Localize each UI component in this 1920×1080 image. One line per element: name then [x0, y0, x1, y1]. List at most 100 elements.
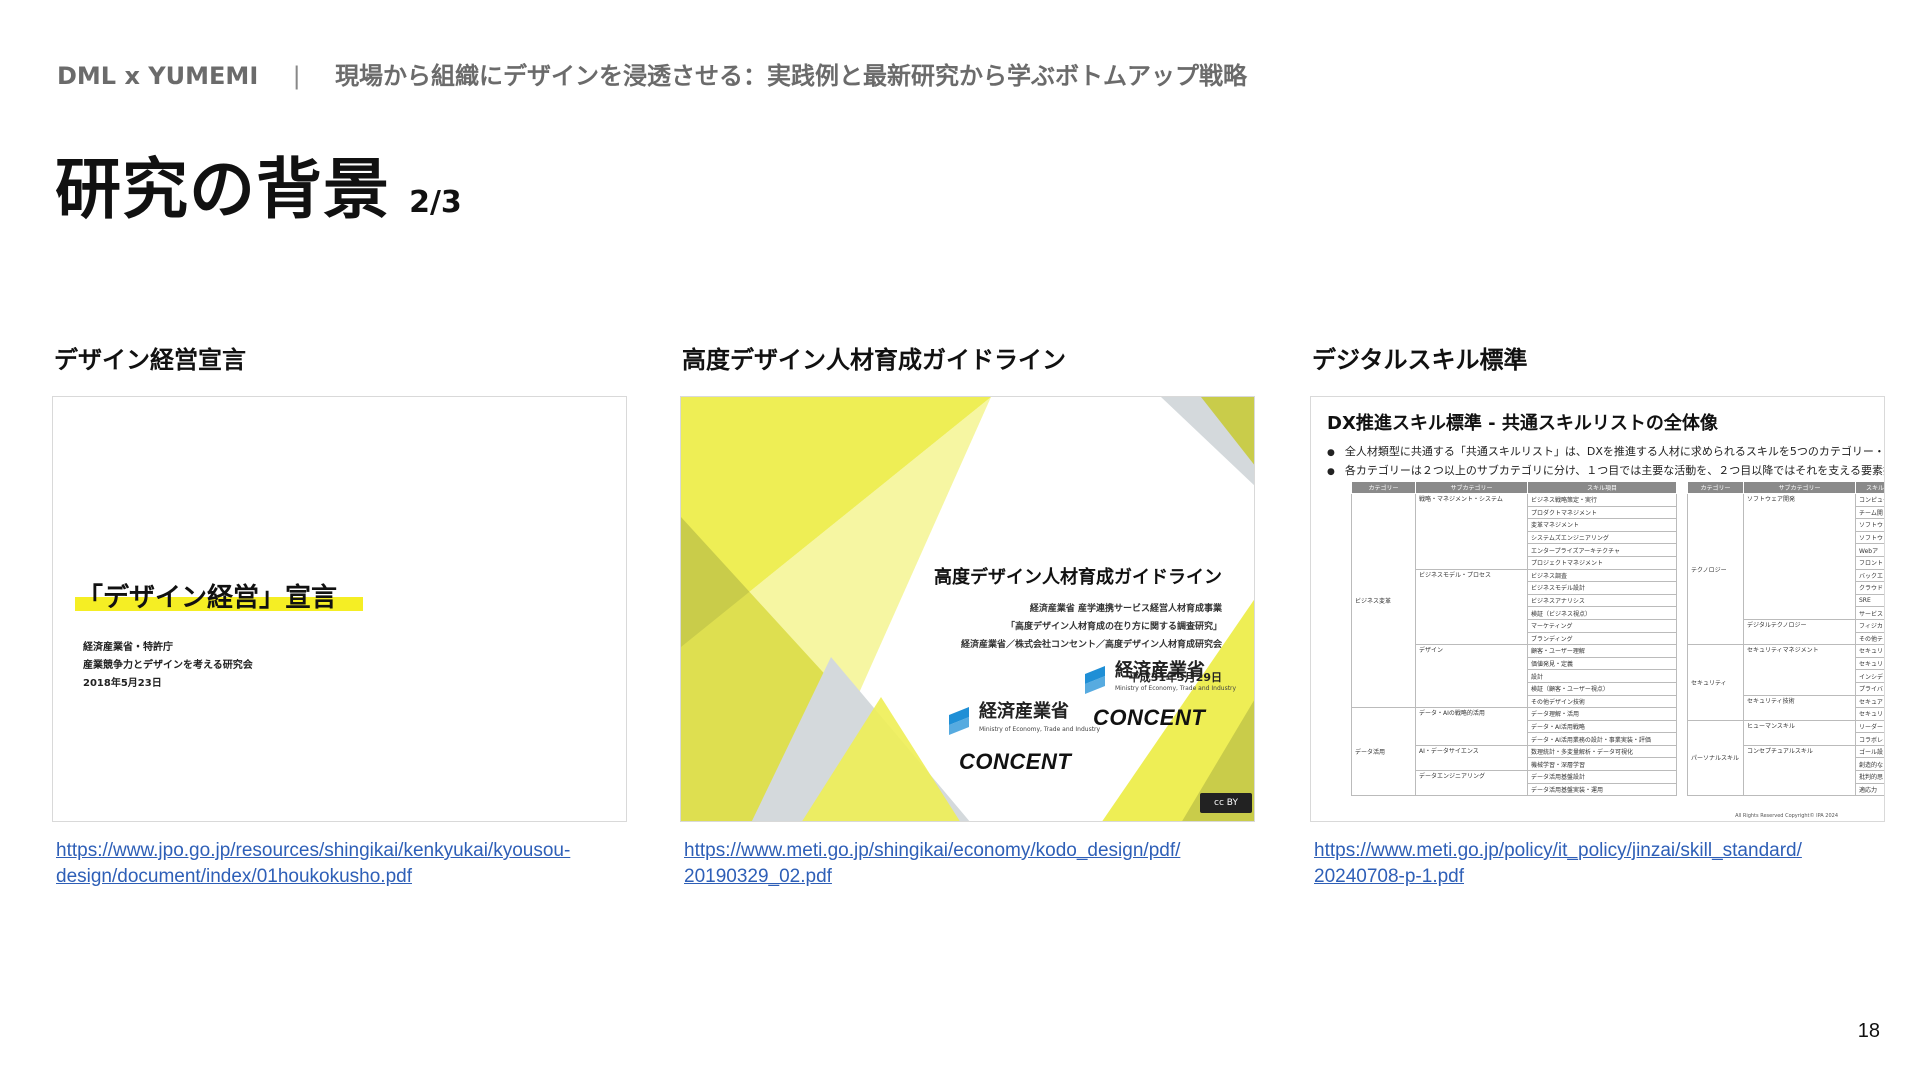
table-cell-category: テクノロジー: [1687, 492, 1744, 646]
page-number: 18: [1857, 1020, 1880, 1042]
table-cell-skill: ソフトウ: [1855, 518, 1884, 532]
table-cell-skill: 顧客・ユーザー理解: [1527, 644, 1677, 658]
table-header: カテゴリー: [1687, 481, 1744, 494]
table-cell-skill: 機械学習・深層学習: [1527, 757, 1677, 772]
thumb-meta: 経済産業省・特許庁 産業競争力とデザインを考える研究会 2018年5月23日: [83, 639, 253, 693]
document-thumbnail: 高度デザイン人材育成ガイドライン 経済産業省 産学連携サービス経営人材育成事業 …: [680, 396, 1255, 822]
table-cell-skill: バックエ: [1855, 568, 1884, 583]
link-line[interactable]: design/document/index/01houkokusho.pdf: [56, 864, 631, 890]
table-cell-subcategory: データ・AIの戦略的活用: [1415, 707, 1528, 746]
thumb-meta-line: 2018年5月23日: [83, 678, 162, 689]
reference-link[interactable]: https://www.meti.go.jp/policy/it_policy/…: [1314, 838, 1889, 890]
document-thumbnail: 「デザイン経営」宣言 経済産業省・特許庁 産業競争力とデザインを考える研究会 2…: [52, 396, 627, 822]
table-cell-skill: コンピュー: [1855, 493, 1884, 507]
table-cell-subcategory: セキュリティマネジメント: [1743, 644, 1856, 696]
link-line[interactable]: https://www.meti.go.jp/policy/it_policy/…: [1314, 838, 1889, 864]
link-line[interactable]: 20240708-p-1.pdf: [1314, 864, 1889, 890]
link-line[interactable]: 20190329_02.pdf: [684, 864, 1259, 890]
thumb-meta-line: 産業競争力とデザインを考える研究会: [83, 660, 253, 671]
meti-logo: 経済産業省 Ministry of Economy, Trade and Indu…: [945, 703, 1100, 739]
table-cell-category: パーソナルスキル: [1687, 719, 1744, 797]
table-cell-skill: データ活用基盤実装・運用: [1527, 782, 1677, 797]
reference-card-digital-skill: デジタルスキル標準 DX推進スキル標準 - 共通スキルリストの全体像 全人材類型…: [1310, 340, 1885, 887]
table-cell-skill: SRE: [1855, 593, 1884, 608]
thumb-meta-line: 経済産業省・特許庁: [83, 642, 173, 653]
reference-link[interactable]: https://www.meti.go.jp/shingikai/economy…: [684, 838, 1259, 890]
concent-logo: CONCENT: [1093, 705, 1206, 730]
table-cell-subcategory: セキュリティ技術: [1743, 694, 1856, 721]
table-cell-skill: マーケティング: [1527, 618, 1677, 633]
meti-mark-icon: [1085, 666, 1105, 694]
thumb-title: 「デザイン経営」宣言: [77, 583, 338, 613]
card-heading: 高度デザイン人材育成ガイドライン: [682, 346, 1066, 374]
table-header: サブカテゴリー: [1415, 481, 1528, 494]
table-cell-skill: ビジネス調査: [1527, 568, 1677, 583]
creative-commons-badge: cc BY: [1200, 793, 1252, 813]
table-cell-skill: サービス: [1855, 606, 1884, 620]
table-cell-skill: 価値発見・定義: [1527, 656, 1677, 671]
table-cell-skill: プロダクトマネジメント: [1527, 505, 1677, 520]
header-brand: DML x YUMEMI: [57, 62, 259, 90]
table-cell-skill: 創造的な: [1855, 757, 1884, 772]
table-row: データ活用 データ・AIの戦略的活用 データ理解・活用: [1351, 707, 1677, 797]
table-cell-skill: ブランディング: [1527, 631, 1677, 646]
table-cell-subcategory: データエンジニアリング: [1415, 770, 1528, 797]
table-cell-subcategory: ソフトウェア開発: [1743, 493, 1856, 620]
link-line[interactable]: https://www.meti.go.jp/shingikai/economy…: [684, 838, 1259, 864]
table-cell-skill: ゴール設: [1855, 744, 1884, 759]
thumb-title: DX推進スキル標準 - 共通スキルリストの全体像: [1327, 413, 1718, 434]
table-cell-skill: フロント: [1855, 555, 1884, 570]
title-page-indicator: 2/3: [409, 185, 462, 220]
table-cell-skill: クラウド: [1855, 581, 1884, 595]
table-cell-skill: システムズエンジニアリング: [1527, 530, 1677, 545]
table-cell-skill: 検証（ビジネス視点）: [1527, 606, 1677, 620]
table-cell-skill: データ活用基盤設計: [1527, 770, 1677, 784]
slide-title: 研究の背景 2/3: [55, 136, 462, 232]
skill-table-left: カテゴリー サブカテゴリー スキル項目 ビジネス変革 戦略・マネジメント・システム…: [1351, 481, 1677, 797]
table-cell-skill: エンタープライズアーキテクチャ: [1527, 543, 1677, 557]
ministry-name: 経済産業省: [1115, 660, 1205, 681]
table-cell-skill: プライバ: [1855, 681, 1884, 696]
table-cell-subcategory: デザイン: [1415, 644, 1528, 709]
table-cell-skill: セキュリ: [1855, 707, 1884, 721]
table-header: スキル項目: [1855, 481, 1884, 494]
table-header: カテゴリー: [1351, 481, 1416, 494]
table-cell-skill: 数理統計・多変量解析・データ可視化: [1527, 744, 1677, 759]
table-cell-skill: ソフトウ: [1855, 530, 1884, 545]
thumb-bullet: 各カテゴリーは２つ以上のサブカテゴリに分け、１つ目では主要な活動を、２つ目以降で…: [1327, 462, 1884, 481]
ministry-name-en: Ministry of Economy, Trade and Industry: [1115, 685, 1237, 692]
concent-logo: CONCENT: [959, 749, 1072, 774]
ministry-name: 経済産業省: [979, 701, 1069, 722]
table-cell-skill: プロジェクトマネジメント: [1527, 555, 1677, 570]
meti-mark-icon: [949, 707, 969, 735]
table-cell-skill: セキュリ: [1855, 656, 1884, 671]
table-cell-subcategory: ヒューマンスキル: [1743, 719, 1856, 746]
table-cell-skill: フィジカ: [1855, 618, 1884, 633]
table-cell-skill: データ理解・活用: [1527, 707, 1677, 721]
table-cell-skill: インシデ: [1855, 669, 1884, 683]
table-cell-skill: Webア: [1855, 543, 1884, 557]
meti-logo: 経済産業省 Ministry of Economy, Trade and Indu…: [1081, 662, 1236, 698]
table-cell-skill: 適応力: [1855, 782, 1884, 797]
title-main: 研究の背景: [55, 151, 390, 228]
header-separator: |: [292, 62, 301, 90]
slide-header: DML x YUMEMI | 現場から組織にデザインを浸透させる：実践例と最新研…: [57, 56, 1247, 91]
table-cell-skill: ビジネス戦略策定・実行: [1527, 493, 1677, 507]
table-cell-skill: データ・AI活用業務の設計・事業実装・評価: [1527, 732, 1677, 746]
table-cell-skill: リーダー: [1855, 719, 1884, 734]
thumb-bullets: 全人材類型に共通する「共通スキルリスト」は、DXを推進する人材に求められるスキル…: [1327, 443, 1884, 481]
table-cell-subcategory: 戦略・マネジメント・システム: [1415, 493, 1528, 570]
link-line[interactable]: https://www.jpo.go.jp/resources/shingika…: [56, 838, 631, 864]
thumb-line: 「高度デザイン人材育成の在り方に関する調査研究」: [1005, 622, 1222, 632]
table-cell-skill: その他デザイン技術: [1527, 694, 1677, 709]
table-cell-skill: コラボレ: [1855, 732, 1884, 746]
table-cell-skill: チーム開: [1855, 505, 1884, 520]
table-header: サブカテゴリー: [1743, 481, 1856, 494]
ministry-name-en: Ministry of Economy, Trade and Industry: [979, 726, 1101, 733]
table-row: テクノロジーソフトウェア開発コンピュー: [1687, 492, 1884, 646]
reference-link[interactable]: https://www.jpo.go.jp/resources/shingika…: [56, 838, 631, 890]
table-cell-category: ビジネス変革: [1351, 492, 1416, 709]
table-cell-subcategory: AI・データサイエンス: [1415, 744, 1528, 772]
table-cell-skill: データ・AI活用戦略: [1527, 719, 1677, 734]
thumb-subtitle: 経済産業省 産学連携サービス経営人材育成事業 「高度デザイン人材育成の在り方に関…: [961, 600, 1222, 654]
